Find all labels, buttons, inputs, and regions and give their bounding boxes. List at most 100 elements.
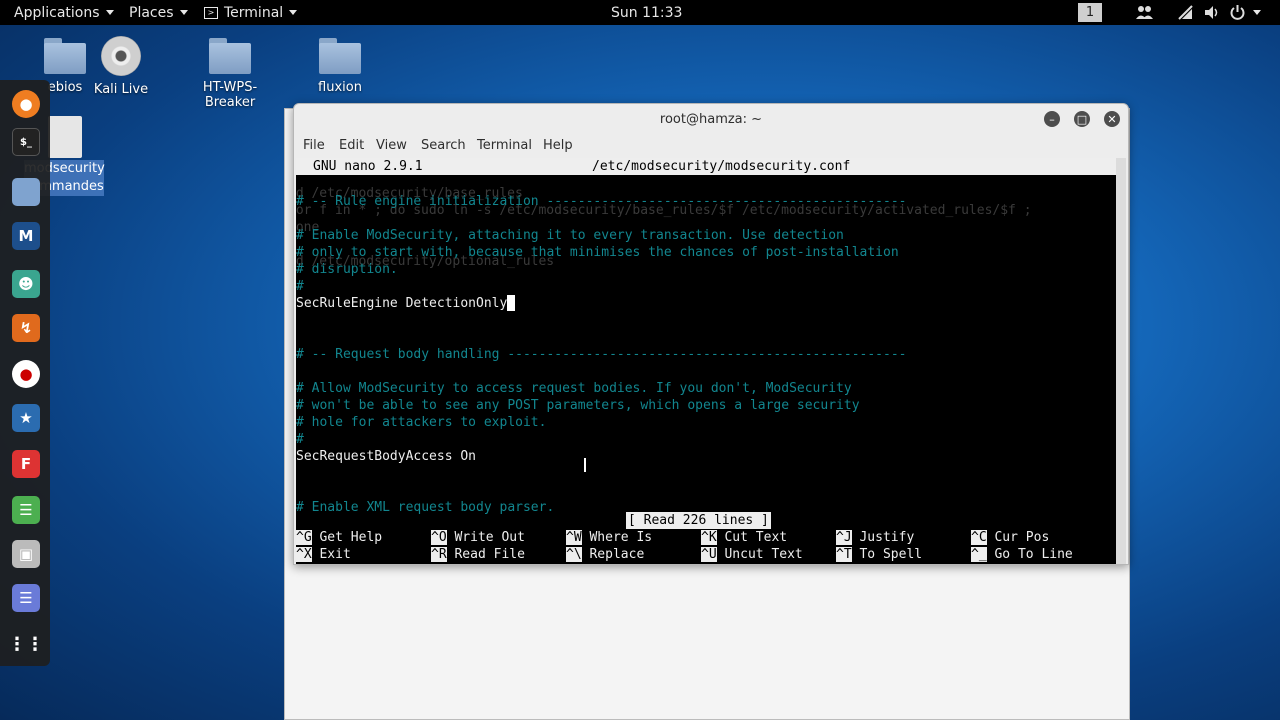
editor-line-text: #	[296, 279, 304, 294]
shortcut-key: ^\	[566, 547, 582, 562]
shortcut-label: Exit	[311, 547, 351, 562]
chevron-down-icon	[105, 10, 114, 15]
menu-terminal[interactable]: Terminal	[477, 138, 532, 153]
notes-icon[interactable]: ☰	[12, 584, 40, 612]
desktop-icon-label: Kali Live	[93, 82, 149, 97]
files-icon[interactable]	[12, 178, 40, 206]
shortcut-key: ^C	[971, 530, 987, 545]
desktop-icon-label: fluxion	[318, 80, 362, 95]
places-menu[interactable]: Places	[129, 0, 188, 25]
editor-line-text: #	[296, 432, 304, 447]
editor-line-text: # Enable XML request body parser.	[296, 500, 555, 515]
menu-view[interactable]: View	[376, 138, 407, 153]
text-cursor	[507, 295, 516, 311]
editor-line-text: SecRuleEngine DetectionOnly	[296, 296, 508, 311]
text-file-icon[interactable]	[48, 116, 82, 158]
burpsuite-icon[interactable]: ↯	[12, 314, 40, 342]
editor-line-text: # hole for attackers to exploit.	[296, 415, 547, 430]
folder-icon	[209, 38, 251, 74]
editor-line: # Enable XML request body parser.	[296, 499, 554, 516]
chevron-down-icon	[179, 10, 188, 15]
workspace-indicator[interactable]: 1	[1078, 3, 1102, 22]
shortcut-item: ^G Get Help	[296, 529, 382, 546]
applications-menu[interactable]: Applications	[14, 0, 114, 25]
desktop-icon-kali-live[interactable]: Kali Live	[81, 36, 161, 97]
shortcut-key: ^T	[836, 547, 852, 562]
editor-line: # Allow ModSecurity to access request bo…	[296, 380, 852, 397]
window-titlebar[interactable]: root@hamza: ~ – □ ✕	[294, 104, 1128, 134]
places-label: Places	[129, 4, 174, 21]
folder-icon	[319, 38, 361, 74]
shortcut-label: Where Is	[581, 530, 653, 545]
nano-version: GNU nano 2.9.1	[313, 159, 423, 174]
shortcut-key: ^_	[971, 547, 987, 562]
editor-line: #	[296, 431, 304, 448]
maximize-button[interactable]: □	[1074, 111, 1090, 127]
editor-line: SecRequestBodyAccess On	[296, 448, 476, 465]
shortcut-item: ^U Uncut Text	[701, 546, 803, 563]
shortcut-item: ^X Exit	[296, 546, 351, 563]
close-button[interactable]: ✕	[1104, 111, 1120, 127]
editor-line-text: SecRequestBodyAccess On	[296, 449, 477, 464]
shortcut-item: ^J Justify	[836, 529, 914, 546]
terminal-icon: >	[204, 6, 218, 19]
metasploit-icon[interactable]: M	[12, 222, 40, 250]
disc-icon	[101, 36, 141, 76]
armitage-icon[interactable]: ☻	[12, 270, 40, 298]
editor-line-text: # won't be able to see any POST paramete…	[296, 398, 860, 413]
shortcut-key: ^X	[296, 547, 312, 562]
shortcut-label: Cur Pos	[986, 530, 1050, 545]
faraday-icon[interactable]: F	[12, 450, 40, 478]
terminal-app-menu[interactable]: > Terminal	[204, 0, 298, 25]
terminal-window[interactable]: root@hamza: ~ – □ ✕ File Edit View Searc…	[293, 103, 1129, 565]
shortcut-label: Write Out	[446, 530, 525, 545]
editor-line-text: # disruption.	[296, 262, 398, 277]
minimize-button[interactable]: –	[1044, 111, 1060, 127]
maltego-icon[interactable]: ●	[12, 360, 40, 388]
desktop-icon-fluxion[interactable]: fluxion	[300, 38, 380, 95]
shortcut-key: ^G	[296, 530, 312, 545]
editor-line: # only to start with, because that minim…	[296, 244, 899, 261]
menu-help[interactable]: Help	[543, 138, 573, 153]
shortcut-label: Cut Text	[716, 530, 788, 545]
power-icon[interactable]	[1229, 4, 1246, 21]
editor-line: # won't be able to see any POST paramete…	[296, 397, 860, 414]
shortcut-label: To Spell	[851, 547, 923, 562]
shortcut-item: ^W Where Is	[566, 529, 652, 546]
beef-icon[interactable]: ★	[12, 404, 40, 432]
shortcut-label: Read File	[446, 547, 525, 562]
chevron-down-icon[interactable]	[1253, 10, 1261, 15]
shortcut-key: ^O	[431, 530, 447, 545]
menu-edit[interactable]: Edit	[339, 138, 364, 153]
editor-line-text: # Enable ModSecurity, attaching it to ev…	[296, 228, 844, 243]
shortcut-key: ^W	[566, 530, 582, 545]
editor-line-text: # only to start with, because that minim…	[296, 245, 899, 260]
scrollbar[interactable]	[1116, 158, 1126, 564]
nano-filename: /etc/modsecurity/modsecurity.conf	[592, 159, 851, 174]
volume-icon[interactable]	[1203, 4, 1220, 21]
menu-search[interactable]: Search	[421, 138, 466, 153]
status-message: [ Read 226 lines ]	[626, 512, 771, 529]
firefox-icon[interactable]: ●	[12, 90, 40, 118]
menu-file[interactable]: File	[303, 138, 325, 153]
editor-line-text: # -- Rule engine initialization --------…	[296, 194, 907, 209]
shortcut-item: ^O Write Out	[431, 529, 525, 546]
top-panel: Applications Places > Terminal Sun 11:33…	[0, 0, 1280, 25]
editor-line: # Enable ModSecurity, attaching it to ev…	[296, 227, 844, 244]
editor-line: # disruption.	[296, 261, 398, 278]
terminal-icon[interactable]: $_	[12, 128, 40, 156]
editor-line: # -- Request body handling -------------…	[296, 346, 906, 363]
screenshot-icon[interactable]: ▣	[12, 540, 40, 568]
desktop-icon-label: HT-WPS-Breaker	[202, 80, 258, 110]
terminal-content[interactable]: GNU nano 2.9.1 /etc/modsecurity/modsecur…	[296, 158, 1116, 564]
leafpad-icon[interactable]: ☰	[12, 496, 40, 524]
desktop-icon-ht-wps-breaker[interactable]: HT-WPS-Breaker	[190, 38, 270, 110]
shortcut-item: ^T To Spell	[836, 546, 922, 563]
shortcut-item: ^K Cut Text	[701, 529, 787, 546]
shortcut-label: Justify	[851, 530, 915, 545]
show-apps-icon[interactable]: ⋮⋮	[8, 630, 44, 658]
shortcut-item: ^\ Replace	[566, 546, 644, 563]
clock[interactable]: Sun 11:33	[611, 0, 682, 25]
network-icon[interactable]	[1177, 4, 1194, 21]
users-icon[interactable]	[1136, 4, 1153, 21]
